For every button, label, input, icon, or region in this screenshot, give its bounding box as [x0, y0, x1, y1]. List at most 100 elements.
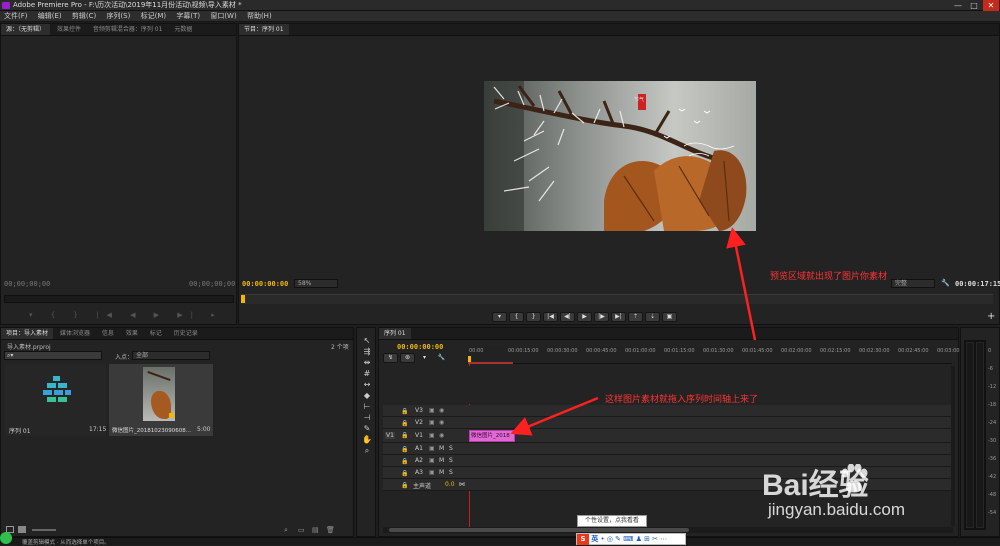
- go-to-in-button[interactable]: |◀: [543, 312, 558, 322]
- sync-lock-icon[interactable]: ▣: [429, 457, 435, 464]
- quality-select[interactable]: 完整: [891, 279, 935, 288]
- step-forward-button[interactable]: |▶: [594, 312, 609, 322]
- ime-punct-icon[interactable]: • ◎ ✎ ⌨ ♟ ⊞ ✂ ⋯: [600, 535, 667, 543]
- track-select-tool-icon[interactable]: ⇶: [361, 346, 373, 357]
- menu-clip[interactable]: 剪辑(C): [68, 11, 100, 22]
- sync-lock-icon[interactable]: ▣: [429, 419, 435, 426]
- tab-audio-clip-mixer[interactable]: 音频剪辑混合器：序列 01: [88, 24, 168, 35]
- ripple-edit-tool-icon[interactable]: ⇹: [361, 357, 373, 368]
- linked-selection-icon[interactable]: ⊛: [400, 353, 415, 363]
- new-item-icon[interactable]: ▤: [312, 526, 319, 534]
- program-scrubber[interactable]: [241, 294, 993, 304]
- maximize-button[interactable]: □: [966, 0, 982, 11]
- menu-file[interactable]: 文件(F): [0, 11, 32, 22]
- close-button[interactable]: ✕: [983, 0, 999, 11]
- solo-button[interactable]: S: [449, 469, 453, 476]
- source-transport-controls[interactable]: ▾ { } |◀ ◀ ▶ ▶| ▸: [29, 311, 223, 319]
- master-volume-value[interactable]: 0.0: [445, 481, 455, 488]
- lift-button[interactable]: ⇡: [628, 312, 643, 322]
- solo-button[interactable]: S: [449, 457, 453, 464]
- tab-effect-controls[interactable]: 效果控件: [52, 24, 86, 35]
- mark-in-button[interactable]: {: [509, 312, 524, 322]
- mute-button[interactable]: M: [439, 445, 444, 452]
- tab-program[interactable]: 节目：序列 01: [239, 24, 289, 35]
- sync-lock-icon[interactable]: ▣: [429, 407, 435, 414]
- source-scrubber[interactable]: [4, 295, 234, 303]
- tab-metadata[interactable]: 元数据: [169, 24, 197, 35]
- menu-sequence[interactable]: 序列(S): [102, 11, 134, 22]
- program-timecode[interactable]: 00:00:00:00: [242, 280, 288, 288]
- razor-tool-icon[interactable]: ◆: [361, 390, 373, 401]
- tab-effects[interactable]: 效果: [121, 328, 143, 339]
- lock-icon[interactable]: 🔒: [401, 432, 408, 439]
- menu-title[interactable]: 字幕(T): [172, 11, 204, 22]
- slip-tool-icon[interactable]: ⊢: [361, 401, 373, 412]
- track-target-v1[interactable]: V1: [385, 432, 395, 439]
- timeline-timecode[interactable]: 00:00:00:00: [397, 343, 443, 351]
- menu-marker[interactable]: 标记(M): [137, 11, 171, 22]
- zoom-select[interactable]: 58%: [294, 279, 338, 288]
- hand-tool-icon[interactable]: ✋: [361, 434, 373, 445]
- lock-icon[interactable]: 🔒: [401, 470, 408, 477]
- tab-source[interactable]: 源：（无剪辑）: [1, 24, 51, 35]
- ime-language-toggle[interactable]: 英: [591, 535, 598, 543]
- step-back-button[interactable]: ◀|: [560, 312, 575, 322]
- sync-lock-icon[interactable]: ▣: [429, 469, 435, 476]
- icon-view-icon[interactable]: [18, 526, 26, 533]
- sync-lock-icon[interactable]: ▣: [429, 432, 435, 439]
- lock-icon[interactable]: 🔒: [401, 420, 408, 427]
- rolling-edit-tool-icon[interactable]: #: [361, 368, 373, 379]
- work-area-bar[interactable]: [468, 362, 513, 364]
- tab-info[interactable]: 信息: [97, 328, 119, 339]
- pen-tool-icon[interactable]: ✎: [361, 423, 373, 434]
- sync-lock-icon[interactable]: ▣: [429, 445, 435, 452]
- extract-button[interactable]: ⇣: [645, 312, 660, 322]
- timeline-clip[interactable]: 微信图片_2018: [469, 430, 515, 442]
- snap-icon[interactable]: ↯: [383, 353, 398, 363]
- lock-icon[interactable]: 🔒: [401, 408, 408, 415]
- menu-help[interactable]: 帮助(H): [243, 11, 276, 22]
- play-button[interactable]: ▶: [577, 312, 592, 322]
- rate-stretch-tool-icon[interactable]: ↔: [361, 379, 373, 390]
- solo-button[interactable]: S: [449, 445, 453, 452]
- lock-icon[interactable]: 🔒: [401, 446, 408, 453]
- export-frame-button[interactable]: ▣: [662, 312, 677, 322]
- lock-icon[interactable]: 🔒: [401, 482, 408, 489]
- project-item-image[interactable]: 微信图片_20181023090608... 5:00: [109, 364, 213, 436]
- eye-icon[interactable]: ◉: [439, 432, 444, 439]
- slide-tool-icon[interactable]: ⊣: [361, 412, 373, 423]
- mute-button[interactable]: M: [439, 469, 444, 476]
- minimize-button[interactable]: —: [950, 0, 966, 11]
- add-button-plus-icon[interactable]: +: [987, 311, 995, 322]
- tab-history[interactable]: 历史记录: [169, 328, 203, 339]
- zoom-tool-icon[interactable]: ⌕: [361, 445, 373, 456]
- playhead-marker[interactable]: [241, 295, 245, 303]
- eye-icon[interactable]: ◉: [439, 419, 444, 426]
- mute-button[interactable]: M: [439, 457, 444, 464]
- search-bin-icon[interactable]: ⌕: [284, 526, 288, 535]
- tab-media-browser[interactable]: 媒体浏览器: [55, 328, 95, 339]
- mark-out-button[interactable]: }: [526, 312, 541, 322]
- go-to-out-button[interactable]: ▶|: [611, 312, 626, 322]
- eye-icon[interactable]: ◉: [439, 407, 444, 414]
- project-search-input[interactable]: ⌕▾: [4, 351, 102, 360]
- add-marker-icon[interactable]: ▾: [417, 354, 432, 364]
- tab-project[interactable]: 项目：导入素材: [1, 328, 54, 339]
- in-point-select[interactable]: 全部: [132, 351, 210, 360]
- new-bin-icon[interactable]: ▭: [298, 526, 305, 534]
- add-marker-button[interactable]: ▾: [492, 312, 507, 322]
- tab-markers[interactable]: 标记: [145, 328, 167, 339]
- go-to-end-icon[interactable]: ⋈: [459, 481, 465, 488]
- lock-icon[interactable]: 🔒: [401, 458, 408, 465]
- delete-icon[interactable]: 🗑: [326, 526, 335, 534]
- tab-sequence-01[interactable]: 序列 01: [379, 328, 411, 339]
- scrollbar-thumb[interactable]: [389, 528, 689, 532]
- project-item-sequence[interactable]: 序列 01 17:15: [5, 364, 106, 436]
- zoom-slider[interactable]: [32, 529, 56, 531]
- wrench-icon[interactable]: 🔧: [941, 279, 950, 287]
- timeline-settings-icon[interactable]: 🔧: [434, 354, 449, 364]
- menu-window[interactable]: 窗口(W): [206, 11, 240, 22]
- selection-tool-icon[interactable]: ↖: [361, 335, 373, 346]
- sogou-logo-icon[interactable]: S: [577, 534, 589, 545]
- timeline-ruler[interactable]: 00:00 00:00:15:00 00:00:30:00 00:00:45:00 00…: [467, 346, 964, 364]
